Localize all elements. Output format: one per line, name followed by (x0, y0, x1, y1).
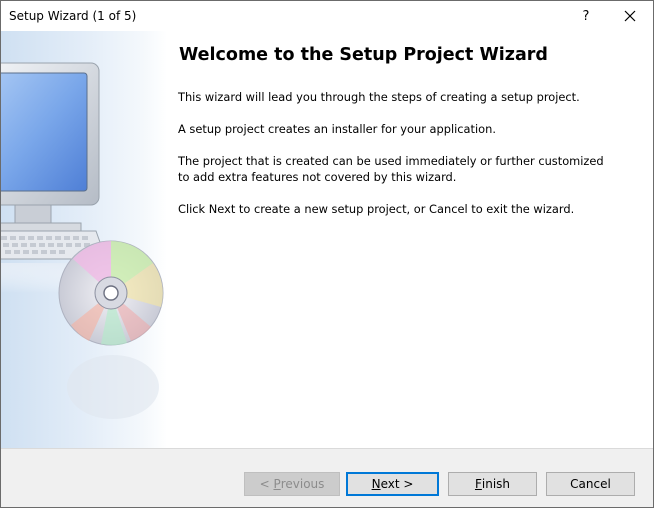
cd-disc-illustration (58, 240, 164, 346)
next-button[interactable]: Next > (346, 472, 439, 496)
computer-illustration (1, 62, 164, 419)
close-icon (624, 10, 636, 22)
previous-button[interactable]: < Previous (244, 472, 340, 496)
description-paragraph: A setup project creates an installer for… (178, 122, 496, 136)
next-label-rest: ext > (380, 477, 414, 491)
help-icon: ? (582, 8, 590, 24)
intro-paragraph: This wizard will lead you through the st… (178, 90, 580, 104)
finish-label-rest: inish (481, 477, 511, 491)
previous-label-rest: revious (280, 477, 325, 491)
next-mnemonic: N (371, 477, 381, 491)
help-button[interactable]: ? (569, 1, 603, 31)
wizard-content: Welcome to the Setup Project Wizard This… (1, 31, 653, 448)
instruction-paragraph: Click Next to create a new setup project… (178, 202, 575, 216)
finish-mnemonic: F (474, 477, 482, 491)
button-bar: < Previous Next > Finish Cancel (1, 448, 653, 507)
close-button[interactable] (611, 1, 649, 31)
side-illustration (1, 31, 167, 448)
title-bar: Setup Wizard (1 of 5) ? (1, 1, 653, 31)
usage-paragraph: The project that is created can be used … (178, 154, 604, 184)
cancel-button[interactable]: Cancel (546, 472, 635, 496)
page-title: Welcome to the Setup Project Wizard (179, 45, 548, 65)
previous-mnemonic: P (273, 477, 281, 491)
previous-prefix: < (259, 477, 274, 491)
cancel-label: Cancel (570, 477, 611, 491)
window-title: Setup Wizard (1 of 5) (9, 9, 137, 23)
finish-button[interactable]: Finish (448, 472, 537, 496)
setup-wizard-window: Setup Wizard (1 of 5) ? Welcome to the S… (0, 0, 654, 508)
